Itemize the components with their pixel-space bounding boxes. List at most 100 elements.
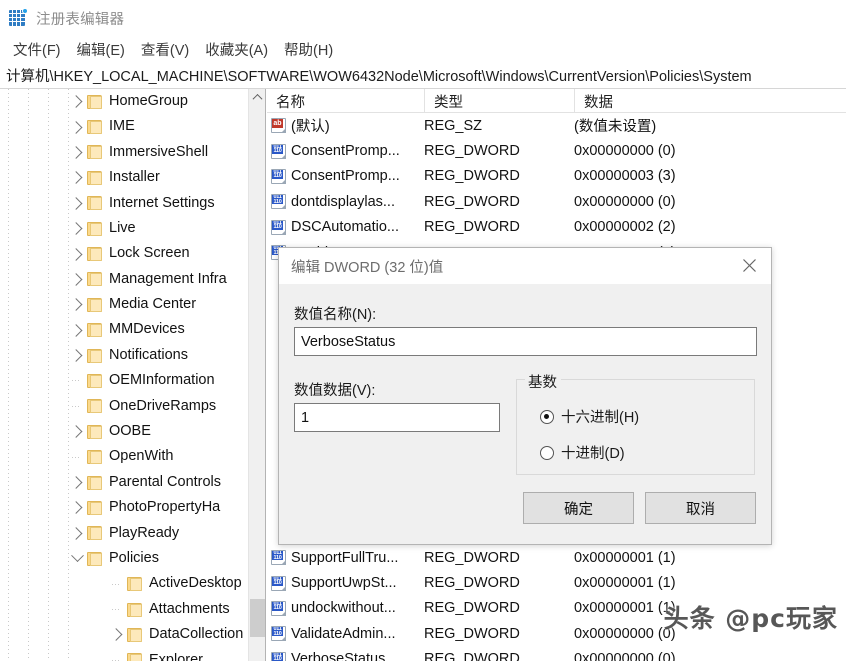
cell-value-type: REG_DWORD xyxy=(424,168,520,184)
tree-item-attachments[interactable]: Attachments xyxy=(0,597,250,622)
chevron-right-icon[interactable] xyxy=(68,216,87,241)
list-column-headers: 名称 类型 数据 xyxy=(267,89,846,113)
tree-item-lock-screen[interactable]: Lock Screen xyxy=(0,241,250,266)
tree-item-homegroup[interactable]: HomeGroup xyxy=(0,89,250,114)
table-row[interactable]: 011110DSCAutomatio...REG_DWORD0x00000002… xyxy=(267,215,846,240)
menu-help[interactable]: 帮助(H) xyxy=(278,37,343,62)
tree-item-parental-controls[interactable]: Parental Controls xyxy=(0,470,250,495)
cell-value-name: ValidateAdmin... xyxy=(291,626,396,642)
cell-value-type: REG_DWORD xyxy=(424,575,520,591)
tree-item-onedriveramps[interactable]: OneDriveRamps xyxy=(0,394,250,419)
scroll-up-arrow-icon[interactable] xyxy=(249,89,266,106)
table-row[interactable]: 011110SupportUwpSt...REG_DWORD0x00000001… xyxy=(267,570,846,595)
cell-value-name: SupportUwpSt... xyxy=(291,575,397,591)
tree-item-oeminformation[interactable]: OEMInformation xyxy=(0,368,250,393)
tree-item-label: Media Center xyxy=(109,297,196,313)
table-row[interactable]: 011110ConsentPromp...REG_DWORD0x00000000… xyxy=(267,138,846,163)
value-name-input[interactable] xyxy=(294,327,757,356)
tree-item-label: Parental Controls xyxy=(109,475,221,491)
chevron-right-icon[interactable] xyxy=(68,292,87,317)
chevron-right-icon[interactable] xyxy=(68,495,87,520)
cell-value-type: REG_DWORD xyxy=(424,550,520,566)
folder-icon xyxy=(87,247,102,261)
tree-item-live[interactable]: Live xyxy=(0,216,250,241)
cell-value-data: 0x00000000 (0) xyxy=(574,143,676,159)
table-row[interactable]: 011110ConsentPromp...REG_DWORD0x00000003… xyxy=(267,164,846,189)
cell-value-type: REG_DWORD xyxy=(424,219,520,235)
folder-icon xyxy=(87,450,102,464)
tree-item-datacollection[interactable]: DataCollection xyxy=(0,622,250,647)
tree-item-immersiveshell[interactable]: ImmersiveShell xyxy=(0,140,250,165)
dword-value-icon: 011110 xyxy=(271,550,286,565)
table-row[interactable]: 011110ValidateAdmin...REG_DWORD0x0000000… xyxy=(267,621,846,646)
tree-item-openwith[interactable]: OpenWith xyxy=(0,444,250,469)
cell-value-type: REG_DWORD xyxy=(424,626,520,642)
chevron-right-icon[interactable] xyxy=(68,318,87,343)
table-row[interactable]: 011110dontdisplaylas...REG_DWORD0x000000… xyxy=(267,189,846,214)
radio-hexadecimal[interactable]: 十六进制(H) xyxy=(540,406,639,427)
tree-item-playready[interactable]: PlayReady xyxy=(0,521,250,546)
registry-key-tree[interactable]: HomeGroupIME ImmersiveShell Installer Inter… xyxy=(0,89,266,661)
chevron-right-icon[interactable] xyxy=(68,242,87,267)
column-header-name[interactable]: 名称 xyxy=(267,89,424,113)
tree-item-policies[interactable]: Policies xyxy=(0,546,250,571)
tree-item-internet-settings[interactable]: Internet Settings xyxy=(0,191,250,216)
base-group-label: 基数 xyxy=(525,371,561,392)
chevron-right-icon[interactable] xyxy=(68,343,87,368)
tree-item-media-center[interactable]: Media Center xyxy=(0,292,250,317)
tree-item-activedesktop[interactable]: ActiveDesktop xyxy=(0,571,250,596)
value-data-input[interactable] xyxy=(294,403,500,432)
tree-item-management-infra[interactable]: Management Infra xyxy=(0,267,250,292)
radio-decimal-label: 十进制(D) xyxy=(561,442,625,463)
address-bar[interactable]: 计算机\HKEY_LOCAL_MACHINE\SOFTWARE\WOW6432N… xyxy=(0,62,846,89)
radio-decimal[interactable]: 十进制(D) xyxy=(540,442,625,463)
chevron-right-icon[interactable] xyxy=(108,622,127,647)
ok-button[interactable]: 确定 xyxy=(523,492,634,524)
menu-favorites[interactable]: 收藏夹(A) xyxy=(199,37,278,62)
radio-hexadecimal-indicator[interactable] xyxy=(540,410,554,424)
table-row[interactable]: 011110SupportFullTru...REG_DWORD0x000000… xyxy=(267,545,846,570)
chevron-right-icon[interactable] xyxy=(68,267,87,292)
dword-value-icon: 011110 xyxy=(271,194,286,209)
menu-file[interactable]: 文件(F) xyxy=(7,37,71,62)
cell-value-data: (数值未设置) xyxy=(574,115,656,136)
tree-item-label: Internet Settings xyxy=(109,196,215,212)
chevron-down-icon[interactable] xyxy=(68,546,87,571)
close-icon[interactable] xyxy=(727,248,771,283)
tree-item-notifications[interactable]: Notifications xyxy=(0,343,250,368)
chevron-right-icon[interactable] xyxy=(68,140,87,165)
table-row[interactable]: 011110undockwithout...REG_DWORD0x0000000… xyxy=(267,596,846,621)
chevron-right-icon[interactable] xyxy=(68,419,87,444)
chevron-right-icon[interactable] xyxy=(68,521,87,546)
tree-item-oobe[interactable]: OOBE xyxy=(0,419,250,444)
chevron-right-icon[interactable] xyxy=(68,165,87,190)
column-header-type[interactable]: 类型 xyxy=(424,89,574,113)
table-row[interactable]: ab(默认)REG_SZ(数值未设置) xyxy=(267,113,846,138)
tree-item-mmdevices[interactable]: MMDevices xyxy=(0,318,250,343)
tree-item-photopropertyha[interactable]: PhotoPropertyHa xyxy=(0,495,250,520)
tree-row-list: HomeGroupIME ImmersiveShell Installer Inter… xyxy=(0,89,250,661)
folder-icon xyxy=(87,374,102,388)
tree-leaf-connector xyxy=(108,648,127,661)
dword-value-icon: 011110 xyxy=(271,169,286,184)
chevron-right-icon[interactable] xyxy=(68,89,87,114)
radio-decimal-indicator[interactable] xyxy=(540,446,554,460)
tree-item-installer[interactable]: Installer xyxy=(0,165,250,190)
column-header-data[interactable]: 数据 xyxy=(574,89,846,113)
chevron-right-icon[interactable] xyxy=(68,115,87,140)
folder-icon xyxy=(87,399,102,413)
cell-value-name: DSCAutomatio... xyxy=(291,219,399,235)
tree-item-label: Explorer xyxy=(149,653,203,661)
table-row[interactable]: 011110VerboseStatusREG_DWORD0x00000000 (… xyxy=(267,647,846,661)
folder-icon xyxy=(87,171,102,185)
menu-edit[interactable]: 编辑(E) xyxy=(71,37,135,62)
chevron-right-icon[interactable] xyxy=(68,191,87,216)
cancel-button[interactable]: 取消 xyxy=(645,492,756,524)
tree-item-explorer[interactable]: Explorer xyxy=(0,648,250,661)
chevron-right-icon[interactable] xyxy=(68,470,87,495)
tree-vertical-scrollbar[interactable] xyxy=(248,89,265,661)
tree-item-label: ImmersiveShell xyxy=(109,145,208,161)
tree-scrollbar-thumb[interactable] xyxy=(250,599,265,637)
tree-item-ime[interactable]: IME xyxy=(0,114,250,139)
menu-view[interactable]: 查看(V) xyxy=(135,37,199,62)
